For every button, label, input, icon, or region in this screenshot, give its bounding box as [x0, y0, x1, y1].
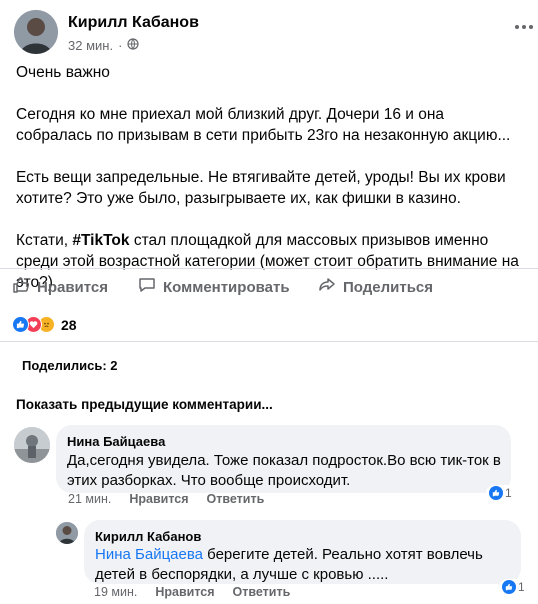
share-button[interactable]: Поделиться: [318, 276, 433, 298]
commenter-avatar[interactable]: [14, 427, 50, 463]
post-body: Очень важно Сегодня ко мне приехал мой б…: [16, 62, 522, 293]
paragraph-text: Кстати,: [16, 232, 73, 249]
comment-likes-badge[interactable]: 1: [486, 485, 515, 501]
divider: [0, 341, 538, 342]
post-author-avatar[interactable]: [14, 10, 58, 54]
comment-time[interactable]: 21 мин.: [68, 492, 111, 506]
share-label: Поделиться: [343, 278, 434, 296]
reactions-summary[interactable]: 28: [12, 316, 77, 333]
like-reaction-icon: [502, 580, 516, 594]
reply-meta: 19 мин. Нравится Ответить: [94, 585, 290, 599]
comment-button[interactable]: Комментировать: [138, 276, 290, 298]
meta-separator: ·: [118, 38, 123, 53]
like-reaction-icon: [489, 486, 503, 500]
thumbs-up-icon: [12, 276, 30, 298]
comment-bubble: Нина Байцаева Да,сегодня увидела. Тоже п…: [56, 425, 511, 493]
comment-meta: 21 мин. Нравится Ответить: [68, 492, 264, 506]
comment-reply-link[interactable]: Ответить: [207, 492, 265, 506]
reactions-count: 28: [61, 316, 77, 333]
reply-time[interactable]: 19 мин.: [94, 585, 137, 599]
reply-author-avatar[interactable]: [56, 522, 78, 544]
mention-link[interactable]: Нина Байцаева: [95, 546, 203, 563]
shares-count[interactable]: Поделились: 2: [22, 358, 118, 373]
comment-author[interactable]: Нина Байцаева: [67, 434, 165, 449]
reply-like-link[interactable]: Нравится: [155, 585, 214, 599]
comment-label: Комментировать: [163, 278, 290, 296]
share-icon: [318, 276, 336, 298]
reply-likes-count: 1: [518, 580, 525, 594]
reply-text: Нина Байцаева берегите детей. Реально хо…: [95, 545, 513, 585]
comment-likes-count: 1: [505, 486, 512, 500]
hashtag-link[interactable]: #TikTok: [72, 232, 129, 249]
more-options-icon[interactable]: [514, 14, 534, 35]
comment-like-link[interactable]: Нравится: [129, 492, 188, 506]
post-action-bar: Нравится Комментировать Поделиться: [0, 276, 538, 300]
reply-bubble: Кирилл Кабанов Нина Байцаева берегите де…: [84, 520, 521, 584]
like-reaction-icon: [12, 316, 29, 333]
reply-author[interactable]: Кирилл Кабанов: [95, 529, 201, 544]
post-paragraph: Есть вещи запредельные. Не втягивайте де…: [16, 169, 506, 207]
comment-text: Да,сегодня увидела. Тоже показал подрост…: [67, 452, 501, 489]
divider: [0, 268, 538, 269]
post-paragraph: Сегодня ко мне приехал мой близкий друг.…: [16, 106, 511, 144]
globe-icon: [127, 38, 140, 53]
post-paragraph: Очень важно: [16, 64, 110, 81]
like-label: Нравится: [37, 278, 109, 296]
reply-likes-badge[interactable]: 1: [499, 579, 528, 595]
post-time[interactable]: 32 мин.: [68, 38, 113, 53]
like-button[interactable]: Нравится: [12, 276, 108, 298]
reply-reply-link[interactable]: Ответить: [233, 585, 291, 599]
comment-icon: [138, 276, 156, 298]
post-meta: 32 мин. ·: [68, 38, 140, 53]
post-author-name[interactable]: Кирилл Кабанов: [68, 14, 199, 32]
show-previous-comments[interactable]: Показать предыдущие комментарии...: [16, 397, 273, 412]
